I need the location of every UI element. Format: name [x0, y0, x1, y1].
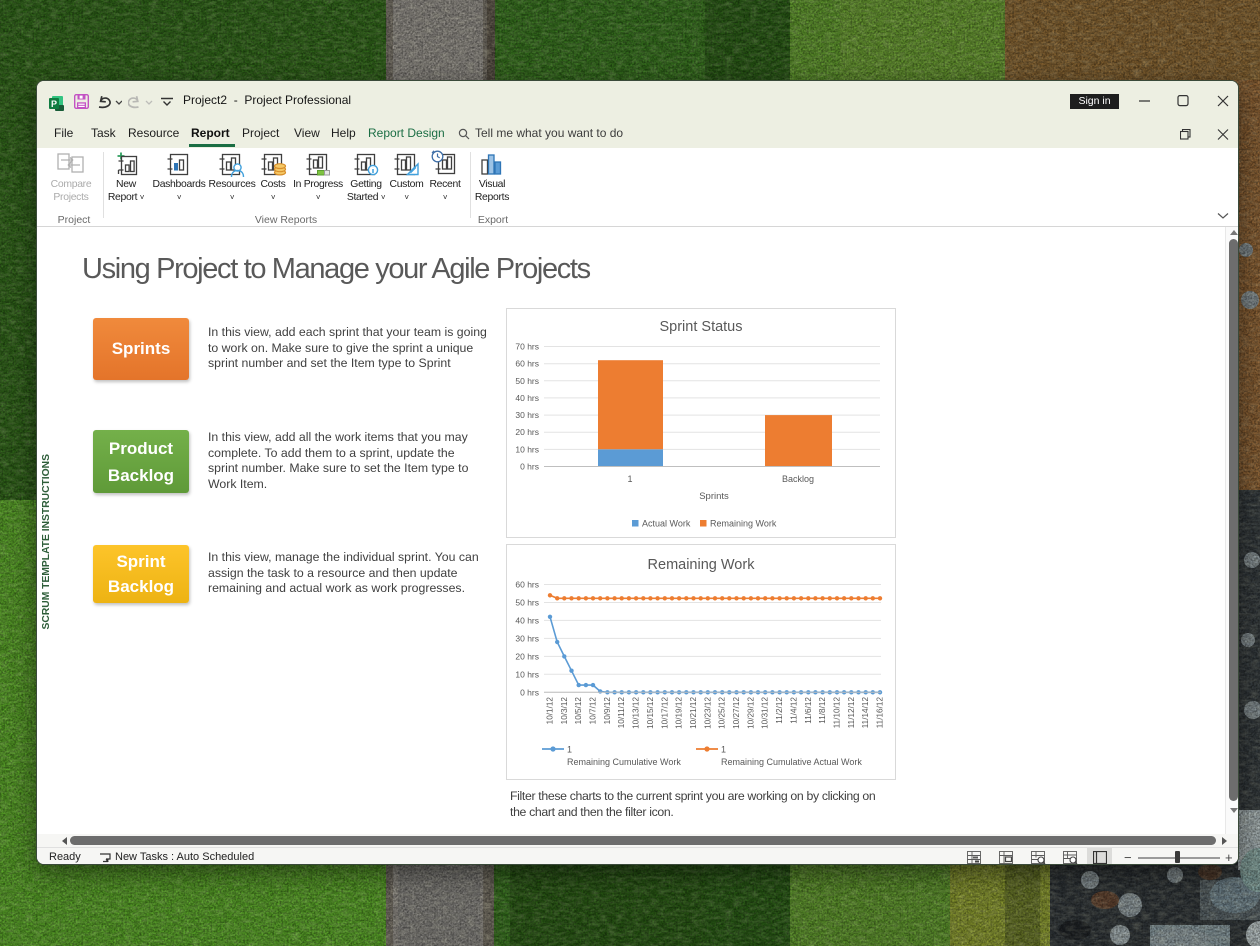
- svg-text:Remaining Work: Remaining Work: [710, 519, 777, 529]
- svg-text:10/23/12: 10/23/12: [703, 697, 712, 729]
- svg-text:1: 1: [721, 745, 726, 755]
- svg-text:11/4/12: 11/4/12: [789, 697, 798, 724]
- svg-text:10/15/12: 10/15/12: [646, 697, 655, 729]
- svg-text:30 hrs: 30 hrs: [515, 633, 539, 643]
- svg-text:20 hrs: 20 hrs: [515, 427, 539, 437]
- svg-text:11/8/12: 11/8/12: [818, 697, 827, 724]
- svg-text:30 hrs: 30 hrs: [515, 410, 539, 420]
- svg-text:11/14/12: 11/14/12: [861, 697, 870, 729]
- svg-text:10/11/12: 10/11/12: [617, 697, 626, 729]
- svg-text:10/19/12: 10/19/12: [675, 697, 684, 729]
- svg-text:11/12/12: 11/12/12: [847, 697, 856, 729]
- svg-text:10/25/12: 10/25/12: [718, 697, 727, 729]
- svg-text:10/13/12: 10/13/12: [632, 697, 641, 729]
- svg-text:11/6/12: 11/6/12: [804, 697, 813, 724]
- svg-text:0 hrs: 0 hrs: [520, 687, 539, 697]
- svg-text:50 hrs: 50 hrs: [515, 376, 539, 386]
- svg-text:10/3/12: 10/3/12: [560, 697, 569, 725]
- svg-text:P: P: [51, 99, 57, 109]
- svg-text:10 hrs: 10 hrs: [515, 669, 539, 679]
- svg-text:1: 1: [627, 474, 632, 484]
- svg-text:Backlog: Backlog: [782, 474, 814, 484]
- svg-text:60 hrs: 60 hrs: [515, 580, 539, 590]
- svg-text:Sprint Status: Sprint Status: [659, 319, 742, 335]
- svg-text:0 hrs: 0 hrs: [520, 462, 539, 472]
- svg-text:70 hrs: 70 hrs: [515, 342, 539, 352]
- svg-text:10/29/12: 10/29/12: [746, 697, 755, 729]
- svg-text:10/7/12: 10/7/12: [589, 697, 598, 725]
- svg-text:Sprints: Sprints: [699, 491, 729, 502]
- svg-text:20 hrs: 20 hrs: [515, 651, 539, 661]
- svg-text:Remaining Cumulative Actual Wo: Remaining Cumulative Actual Work: [721, 757, 862, 767]
- svg-text:10/21/12: 10/21/12: [689, 697, 698, 729]
- svg-text:10/5/12: 10/5/12: [574, 697, 583, 725]
- svg-text:Actual Work: Actual Work: [642, 519, 691, 529]
- svg-text:11/16/12: 11/16/12: [876, 697, 885, 729]
- svg-text:10/1/12: 10/1/12: [546, 697, 555, 725]
- svg-text:10 hrs: 10 hrs: [515, 444, 539, 454]
- svg-text:Remaining Work: Remaining Work: [648, 557, 756, 573]
- svg-text:10/9/12: 10/9/12: [603, 697, 612, 725]
- svg-text:10/31/12: 10/31/12: [761, 697, 770, 729]
- svg-text:10/17/12: 10/17/12: [660, 697, 669, 729]
- svg-text:11/10/12: 11/10/12: [833, 697, 842, 729]
- svg-text:50 hrs: 50 hrs: [515, 598, 539, 608]
- svg-text:1: 1: [567, 745, 572, 755]
- svg-text:11/2/12: 11/2/12: [775, 697, 784, 724]
- svg-text:60 hrs: 60 hrs: [515, 359, 539, 369]
- svg-text:40 hrs: 40 hrs: [515, 393, 539, 403]
- svg-text:40 hrs: 40 hrs: [515, 615, 539, 625]
- svg-text:Remaining Cumulative Work: Remaining Cumulative Work: [567, 757, 681, 767]
- svg-text:10/27/12: 10/27/12: [732, 697, 741, 729]
